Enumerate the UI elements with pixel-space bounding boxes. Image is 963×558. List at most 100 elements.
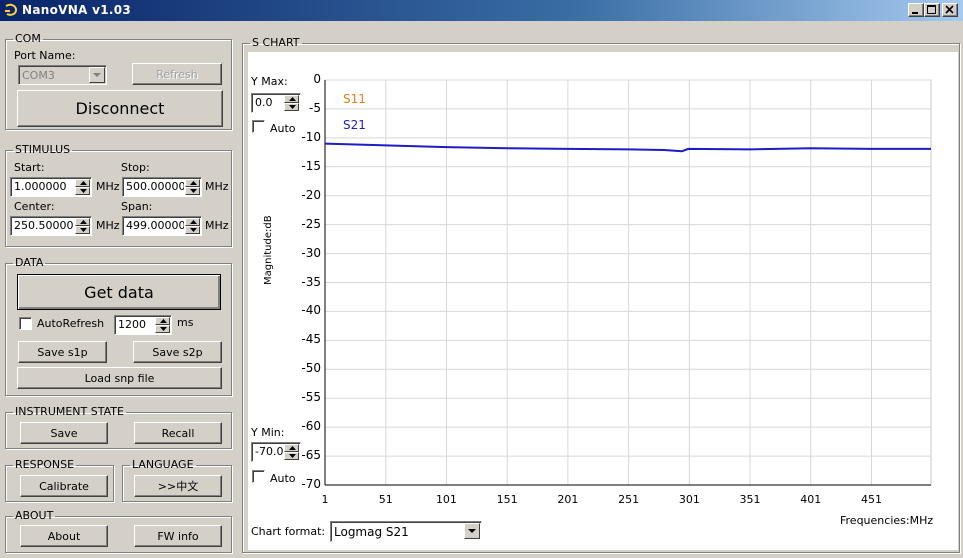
chart-format-value: Logmag S21 [334,525,409,539]
language-switch-button[interactable]: >>中文 [134,475,222,497]
y-tick-label: -65 [301,448,321,463]
stimulus-legend: STIMULUS [15,143,71,156]
y-tick-label: 0 [313,72,321,86]
maximize-button[interactable] [924,3,940,17]
save-state-button[interactable]: Save [20,422,108,444]
app-icon [5,3,18,16]
y-tick-label: -25 [301,216,321,231]
chart-format-label: Chart format: [251,525,326,538]
arrow-up-icon [190,181,197,185]
center-input[interactable] [13,219,75,232]
span-input[interactable] [125,219,185,232]
x-tick-label: 51 [378,493,393,506]
minimize-icon [912,12,918,14]
start-spinner[interactable] [75,179,90,195]
chart-format-dropdown-button[interactable] [464,523,480,539]
legend-s21: S21 [343,118,366,132]
close-button[interactable] [942,3,958,17]
chart-format-select[interactable]: Logmag S21 [330,521,482,542]
get-data-button[interactable]: Get data [17,274,221,310]
start-input[interactable] [13,180,75,193]
refresh-button[interactable]: Refresh [132,63,222,85]
arrow-up-icon [160,319,167,323]
calibrate-button[interactable]: Calibrate [20,475,108,497]
interval-unit: ms [177,316,194,329]
ymin-input[interactable] [254,445,286,458]
autorefresh-checkbox[interactable] [19,317,32,330]
ymin-auto-checkbox[interactable] [252,470,265,483]
close-icon [945,5,954,14]
y-tick-label: -55 [301,390,321,405]
stop-unit: MHz [205,180,229,193]
about-legend: ABOUT [15,509,54,522]
span-label: Span: [121,200,153,213]
start-field[interactable] [10,177,92,197]
span-spinner[interactable] [185,218,200,234]
arrow-up-icon [80,181,87,185]
save-s2p-button[interactable]: Save s2p [133,341,222,363]
ymax-label: Y Max: [251,75,288,88]
y-tick-label: -5 [309,100,321,115]
y-tick-label: -50 [301,361,321,376]
center-label: Center: [14,200,55,213]
center-spinner[interactable] [75,218,90,234]
load-snp-button[interactable]: Load snp file [17,367,222,389]
x-tick-label: 151 [496,493,518,506]
y-tick-label: -20 [301,187,321,202]
autorefresh-label: AutoRefresh [37,317,105,330]
legend-s11: S11 [343,92,366,106]
port-name-label: Port Name: [14,49,76,62]
x-tick-label: 1 [321,493,329,506]
chevron-down-icon [468,529,476,533]
interval-spinner[interactable] [155,317,170,333]
ymax-auto-checkbox[interactable] [252,120,265,133]
y-tick-label: -10 [301,129,321,144]
arrow-up-icon [190,220,197,224]
recall-button[interactable]: Recall [134,422,222,444]
title-bar: NanoVNA v1.03 [0,0,963,21]
interval-field[interactable] [114,315,172,335]
start-unit: MHz [96,180,120,193]
y-tick-label: -40 [301,303,321,318]
y-tick-label: -35 [301,274,321,289]
x-tick-label: 451 [860,493,882,506]
x-tick-label: 401 [800,493,822,506]
com-legend: COM [15,32,41,45]
arrow-down-icon [80,228,87,232]
x-axis-label: Frequencies:MHz [840,514,934,527]
stop-input[interactable] [125,180,185,193]
ymin-label: Y Min: [251,426,285,439]
x-tick-label: 251 [618,493,640,506]
save-s1p-button[interactable]: Save s1p [18,341,107,363]
window-title: NanoVNA v1.03 [22,3,132,17]
y-axis-label: Magnitude:dB [263,215,274,285]
arrow-down-icon [190,228,197,232]
span-field[interactable] [122,216,202,236]
fw-info-button[interactable]: FW info [134,525,222,547]
disconnect-button[interactable]: Disconnect [17,90,223,127]
y-tick-label: -15 [301,158,321,173]
arrow-down-icon [190,189,197,193]
stop-field[interactable] [122,177,202,197]
port-select-value: COM3 [22,69,55,82]
instrument-state-legend: INSTRUMENT STATE [15,405,124,418]
minimize-button[interactable] [908,3,924,17]
ymax-input[interactable] [254,96,284,109]
port-dropdown-button[interactable] [89,67,105,83]
y-tick-label: -45 [301,332,321,347]
port-select[interactable]: COM3 [18,65,107,85]
about-button[interactable]: About [20,525,108,547]
center-field[interactable] [10,216,92,236]
span-unit: MHz [205,219,229,232]
stop-spinner[interactable] [185,179,200,195]
data-legend: DATA [15,256,44,269]
maximize-icon [927,5,936,14]
arrow-up-icon [80,220,87,224]
interval-input[interactable] [117,318,155,331]
x-tick-label: 351 [739,493,761,506]
s-chart-legend: S CHART [252,36,300,49]
arrow-down-icon [80,189,87,193]
arrow-down-icon [160,327,167,331]
y-tick-label: -70 [301,477,321,491]
language-legend: LANGUAGE [132,458,194,471]
